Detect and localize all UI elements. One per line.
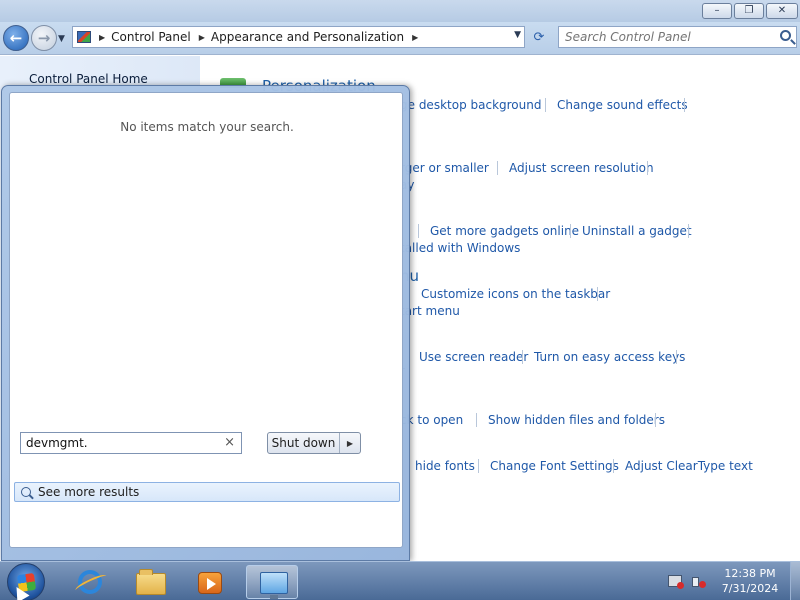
- link-divider: [522, 350, 523, 364]
- clock-date: 7/31/2024: [721, 582, 779, 595]
- show-desktop-button[interactable]: [790, 562, 800, 600]
- link-divider: [688, 224, 689, 238]
- navigation-bar: ← → ▼ ▶ Control Panel ▶ Appearance and P…: [0, 22, 800, 55]
- start-search-box[interactable]: ×: [20, 432, 242, 454]
- breadcrumb-appearance-personalization[interactable]: Appearance and Personalization: [211, 30, 404, 44]
- link-use-screen-reader[interactable]: Use screen reader: [419, 350, 528, 364]
- link-adjust-cleartype-text[interactable]: Adjust ClearType text: [625, 459, 753, 473]
- taskbar-app-internet-explorer[interactable]: [64, 565, 116, 599]
- link-divider: [647, 161, 648, 175]
- minimize-button[interactable]: –: [702, 3, 732, 19]
- address-bar[interactable]: ▶ Control Panel ▶ Appearance and Persona…: [72, 26, 525, 48]
- control-panel-home-link[interactable]: Control Panel Home: [29, 72, 148, 86]
- control-panel-icon: [77, 31, 91, 43]
- system-clock[interactable]: 12:38 PM 7/31/2024: [716, 566, 784, 596]
- link-divider: [478, 459, 479, 473]
- search-results-pane: No items match your search. See more res…: [9, 92, 403, 548]
- search-input[interactable]: [565, 27, 770, 47]
- link-get-more-gadgets-online[interactable]: Get more gadgets online: [430, 224, 579, 238]
- media-player-icon: [198, 572, 222, 594]
- link-turn-on-easy-access-keys[interactable]: Turn on easy access keys: [534, 350, 685, 364]
- shut-down-label[interactable]: Shut down: [268, 433, 340, 453]
- link-change-desktop-background[interactable]: ge desktop background: [400, 98, 541, 112]
- search-control-panel[interactable]: [558, 26, 797, 48]
- link-show-hidden-files[interactable]: Show hidden files and folders: [488, 413, 665, 427]
- start-menu: No items match your search. See more res…: [1, 85, 410, 561]
- clear-search-icon[interactable]: ×: [224, 435, 235, 450]
- back-button[interactable]: ←: [3, 25, 29, 51]
- breadcrumb-control-panel[interactable]: Control Panel: [111, 30, 191, 44]
- taskbar-app-control-panel[interactable]: [246, 565, 298, 599]
- link-hide-fonts[interactable]: hide fonts: [415, 459, 475, 473]
- recent-pages-button[interactable]: ▼: [58, 34, 65, 44]
- link-divider: [476, 413, 477, 427]
- refresh-button[interactable]: ⟳: [528, 28, 550, 48]
- see-more-results-button[interactable]: See more results: [14, 482, 400, 502]
- see-more-results-label: See more results: [38, 485, 140, 499]
- link-divider: [597, 287, 598, 301]
- link-divider: [613, 459, 614, 473]
- link-divider: [418, 224, 419, 238]
- link-divider: [684, 98, 685, 112]
- control-panel-icon: [260, 572, 288, 599]
- clock-time: 12:38 PM: [724, 567, 776, 580]
- forward-button[interactable]: →: [31, 25, 57, 51]
- back-arrow-icon: ←: [9, 29, 23, 47]
- link-uninstall-gadget[interactable]: Uninstall a gadget: [582, 224, 692, 238]
- chevron-down-icon: ▼: [58, 34, 65, 44]
- shut-down-button[interactable]: Shut down ▶: [267, 432, 361, 454]
- refresh-icon: ⟳: [533, 30, 545, 45]
- address-dropdown-button[interactable]: ▼: [514, 30, 521, 40]
- search-icon: [21, 487, 31, 497]
- link-divider: [497, 161, 498, 175]
- no-results-message: No items match your search.: [120, 120, 294, 134]
- taskbar-app-media-player[interactable]: [184, 565, 236, 599]
- link-divider: [570, 224, 571, 238]
- shut-down-options-arrow-icon[interactable]: ▶: [340, 439, 360, 448]
- link-divider: [655, 413, 656, 427]
- breadcrumb-separator-icon[interactable]: ▶: [199, 33, 205, 42]
- close-button[interactable]: ✕: [766, 3, 798, 19]
- start-search-input[interactable]: [26, 436, 216, 450]
- folder-icon: [136, 569, 166, 595]
- link-change-font-settings[interactable]: Change Font Settings: [490, 459, 619, 473]
- taskbar-app-windows-explorer[interactable]: [124, 565, 176, 599]
- breadcrumb-separator-icon[interactable]: ▶: [99, 33, 105, 42]
- search-icon[interactable]: [780, 30, 791, 41]
- taskbar: 12:38 PM 7/31/2024: [0, 561, 800, 600]
- link-customize-taskbar-icons[interactable]: Customize icons on the taskbar: [421, 287, 610, 301]
- link-divider: [676, 350, 677, 364]
- ie-icon: [78, 570, 102, 594]
- network-disconnected-icon[interactable]: [668, 575, 684, 589]
- chevron-down-icon: ▼: [514, 30, 521, 40]
- link-restore-gadgets[interactable]: talled with Windows: [400, 241, 520, 255]
- link-change-sound-effects[interactable]: Change sound effects: [557, 98, 688, 112]
- link-adjust-screen-resolution[interactable]: Adjust screen resolution: [509, 161, 654, 175]
- window-titlebar: – ❐ ✕: [0, 0, 800, 22]
- volume-muted-icon[interactable]: [692, 574, 706, 588]
- link-divider: [545, 98, 546, 112]
- forward-arrow-icon: →: [37, 29, 51, 47]
- link-text-larger-smaller[interactable]: rger or smaller: [400, 161, 489, 175]
- breadcrumb-separator-icon[interactable]: ▶: [412, 33, 418, 42]
- maximize-button[interactable]: ❐: [734, 3, 764, 19]
